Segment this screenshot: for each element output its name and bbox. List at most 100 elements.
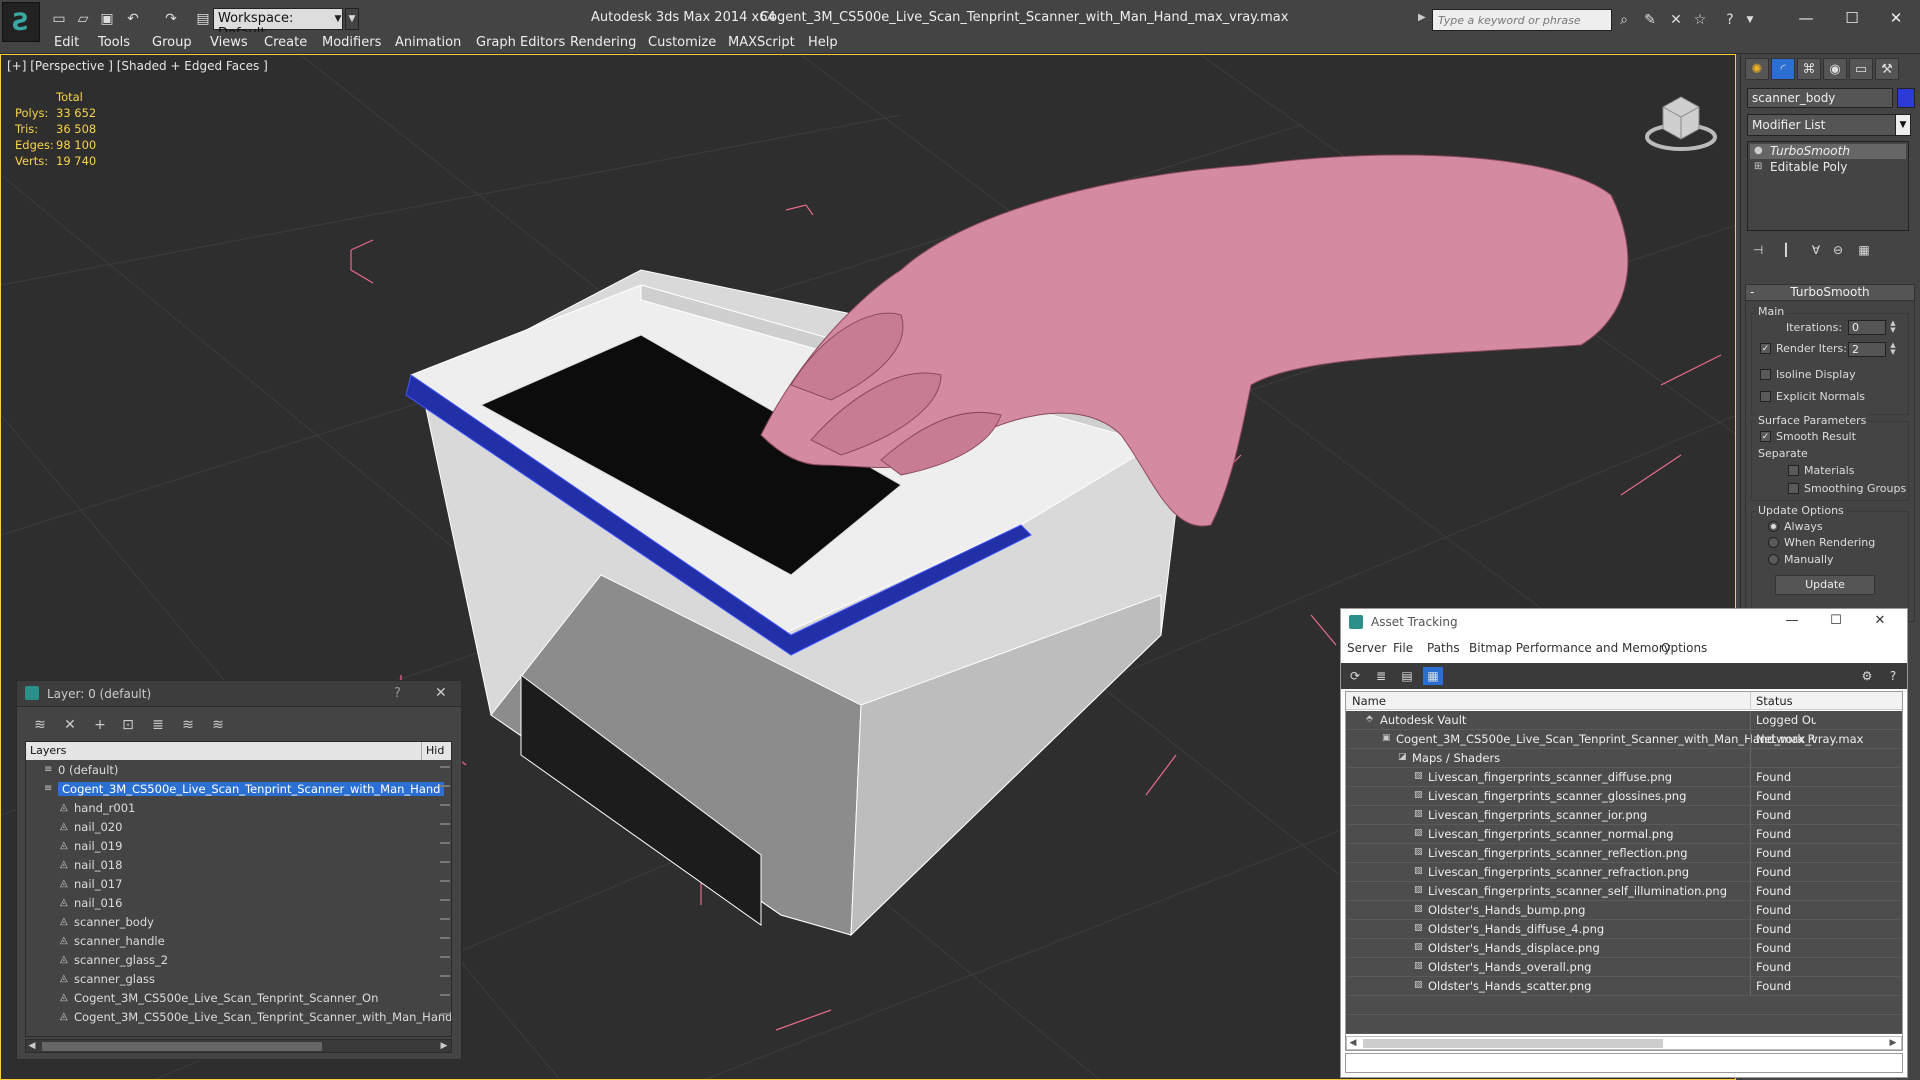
at-menu-bitmap-performance[interactable]: Bitmap Performance and Memory <box>1469 641 1671 655</box>
asset-row[interactable]: ◪ Maps / Shaders <box>1346 749 1902 768</box>
menu-help[interactable]: Help <box>808 35 838 50</box>
hide-toggle[interactable] <box>440 842 450 844</box>
lightbulb-icon[interactable]: ● <box>1754 145 1766 157</box>
asset-row[interactable]: ▨ Oldster's_Hands_scatter.png Found <box>1346 977 1902 996</box>
menu-maxscript[interactable]: MAXScript <box>728 35 795 50</box>
column-layers[interactable]: Layers <box>30 744 66 757</box>
render-iters-checkbox[interactable]: ✓ <box>1760 343 1771 354</box>
scroll-right-icon[interactable]: ▶ <box>1887 1037 1899 1049</box>
modify-tab-icon[interactable]: ◜ <box>1771 58 1795 80</box>
project-folder-icon[interactable]: ▤ <box>192 9 214 29</box>
asset-horizontal-scrollbar[interactable]: ◀ ▶ <box>1346 1036 1902 1050</box>
delete-layer-icon[interactable]: ✕ <box>59 715 81 735</box>
asset-row[interactable]: ▨ Oldster's_Hands_bump.png Found <box>1346 901 1902 920</box>
manually-radio[interactable] <box>1768 554 1779 565</box>
remove-modifier-icon[interactable]: ⊖ <box>1827 240 1849 260</box>
scroll-thumb[interactable] <box>1363 1039 1663 1048</box>
save-file-icon[interactable]: ▣ <box>96 9 118 29</box>
column-status[interactable]: Status <box>1756 694 1793 708</box>
object-name-input[interactable]: scanner_body <box>1747 88 1893 108</box>
freeze-all-layers-icon[interactable]: ≋ <box>207 715 229 735</box>
search-input[interactable]: Type a keyword or phrase <box>1432 9 1612 31</box>
utilities-tab-icon[interactable]: ⚒ <box>1875 58 1899 80</box>
chevron-down-icon[interactable]: ▼ <box>1895 114 1911 136</box>
column-name[interactable]: Name <box>1352 694 1386 708</box>
hide-toggle[interactable] <box>440 937 450 939</box>
spinner-arrows-icon[interactable]: ▲ ▼ <box>1888 320 1898 335</box>
help-icon[interactable]: ? <box>394 686 401 701</box>
rollout-header[interactable]: - TurboSmooth <box>1746 285 1914 301</box>
layer-row[interactable]: ≡ 0 (default) <box>26 762 451 780</box>
undo-icon[interactable]: ↶ <box>122 9 144 29</box>
hide-toggle[interactable] <box>440 918 450 920</box>
communication-icon[interactable]: ✕ <box>1666 10 1686 30</box>
menu-views[interactable]: Views <box>210 35 248 50</box>
asset-row[interactable]: ▨ Livescan_fingerprints_scanner_diffuse.p… <box>1346 768 1902 787</box>
layer-row[interactable]: ◬ nail_018 <box>26 857 451 875</box>
hide-toggle[interactable] <box>440 899 450 901</box>
app-logo-icon[interactable]: Ƨ <box>2 2 40 42</box>
quick-access-customize-icon[interactable]: ▼ <box>345 8 359 30</box>
asset-row[interactable]: ▨ Livescan_fingerprints_scanner_ior.png Fo… <box>1346 806 1902 825</box>
make-unique-icon[interactable]: ∀ <box>1805 240 1827 260</box>
explicit-normals-checkbox[interactable] <box>1760 391 1771 402</box>
menu-customize[interactable]: Customize <box>648 35 716 50</box>
hide-toggle[interactable] <box>440 861 450 863</box>
spinner-arrows-icon[interactable]: ▲ ▼ <box>1888 342 1898 357</box>
menu-group[interactable]: Group <box>152 35 192 50</box>
stack-item-turbosmooth[interactable]: ● TurboSmooth <box>1750 144 1906 159</box>
motion-tab-icon[interactable]: ◉ <box>1823 58 1847 80</box>
at-menu-server[interactable]: Server <box>1347 641 1386 655</box>
smoothing-groups-checkbox[interactable] <box>1788 483 1799 494</box>
close-icon[interactable]: ✕ <box>435 685 447 701</box>
modifier-list-dropdown[interactable]: Modifier List <box>1747 114 1909 136</box>
layer-window-titlebar[interactable]: Layer: 0 (default) ? ✕ <box>17 681 461 707</box>
isoline-display-checkbox[interactable] <box>1760 369 1771 380</box>
minimize-icon[interactable]: — <box>1777 613 1807 631</box>
always-radio[interactable] <box>1768 521 1779 532</box>
asset-row[interactable]: ▨ Oldster's_Hands_diffuse_4.png Found <box>1346 920 1902 939</box>
table-view-icon[interactable]: ▦ <box>1423 667 1443 685</box>
layer-row[interactable]: ◬ Cogent_3M_CS500e_Live_Scan_Tenprint_Sca… <box>26 990 451 1008</box>
asset-row[interactable]: ▨ Livescan_fingerprints_scanner_refractio… <box>1346 863 1902 882</box>
hide-toggle[interactable] <box>440 766 450 768</box>
display-tab-icon[interactable]: ▭ <box>1849 58 1873 80</box>
asset-row[interactable]: ▨ Oldster's_Hands_overall.png Found <box>1346 958 1902 977</box>
hide-toggle[interactable] <box>440 785 450 787</box>
add-layer-icon[interactable]: + <box>89 715 111 735</box>
menu-create[interactable]: Create <box>264 35 307 50</box>
search-expand-icon[interactable]: ▶ <box>1418 12 1426 23</box>
materials-checkbox[interactable] <box>1788 465 1799 476</box>
when-rendering-radio[interactable] <box>1768 537 1779 548</box>
hide-toggle[interactable] <box>440 804 450 806</box>
expand-plus-icon[interactable]: ⊞ <box>1754 161 1766 173</box>
layer-row[interactable]: ◬ Cogent_3M_CS500e_Live_Scan_Tenprint_Sca… <box>26 1009 451 1027</box>
minimize-icon[interactable]: — <box>1786 6 1826 30</box>
maximize-icon[interactable]: ☐ <box>1821 613 1851 631</box>
iterations-spinner[interactable]: 0 <box>1848 320 1886 335</box>
hide-toggle[interactable] <box>440 880 450 882</box>
hide-toggle[interactable] <box>440 975 450 977</box>
layer-settings-icon[interactable]: ≋ <box>29 715 51 735</box>
viewcube-icon[interactable] <box>1641 85 1721 155</box>
server-settings-icon[interactable]: ⚙ <box>1857 667 1877 685</box>
at-menu-options[interactable]: Options <box>1661 641 1707 655</box>
asset-row[interactable]: ▨ Livescan_fingerprints_scanner_self_illu… <box>1346 882 1902 901</box>
layer-row[interactable]: ◬ scanner_handle <box>26 933 451 951</box>
smooth-result-checkbox[interactable]: ✓ <box>1760 431 1771 442</box>
hide-toggle[interactable] <box>440 1013 450 1015</box>
refresh-icon[interactable]: ⟳ <box>1345 667 1365 685</box>
subscription-icon[interactable]: ✎ <box>1640 10 1660 30</box>
hide-toggle[interactable] <box>440 956 450 958</box>
configure-modifier-sets-icon[interactable]: ▦ <box>1853 240 1875 260</box>
layer-row[interactable]: ◬ hand_r001 <box>26 800 451 818</box>
menu-rendering[interactable]: Rendering <box>570 35 636 50</box>
layer-horizontal-scrollbar[interactable]: ◀ ▶ <box>25 1039 452 1053</box>
at-menu-paths[interactable]: Paths <box>1427 641 1460 655</box>
layer-row[interactable]: ◬ scanner_glass_2 <box>26 952 451 970</box>
select-objects-icon[interactable]: ⊡ <box>117 715 139 735</box>
help-icon[interactable]: ? <box>1883 667 1903 685</box>
close-icon[interactable]: ✕ <box>1865 613 1895 631</box>
scroll-left-icon[interactable]: ◀ <box>26 1040 38 1052</box>
hide-toggle[interactable] <box>440 823 450 825</box>
